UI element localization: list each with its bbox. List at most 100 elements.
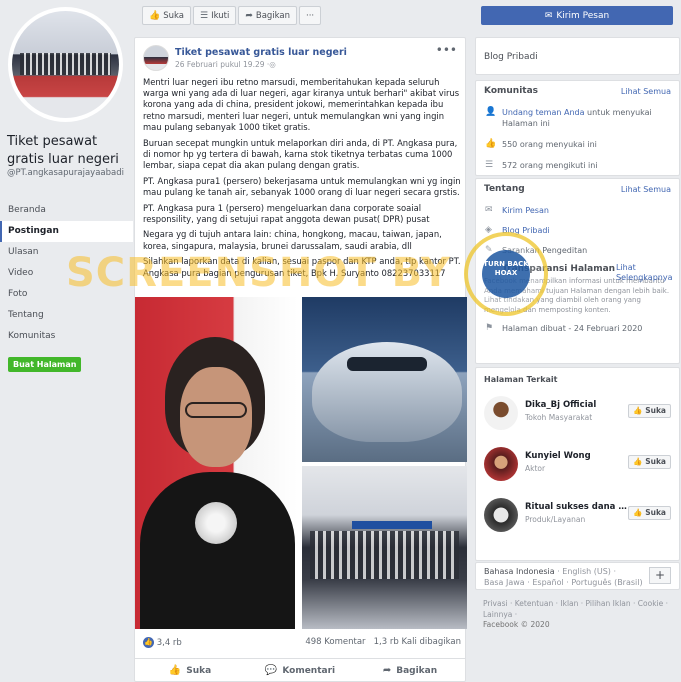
current-language: Bahasa Indonesia — [484, 567, 555, 576]
likes-row: 👍 550 orang menyukai ini — [476, 137, 679, 152]
related-page-name[interactable]: Kunyiel Wong — [525, 451, 630, 461]
share-page-label: Bagikan — [255, 10, 291, 21]
about-message-row: ✉ Kirim Pesan — [476, 203, 679, 218]
messenger-icon: ✉ — [544, 10, 553, 21]
post-author-name[interactable]: Tiket pesawat gratis luar negeri — [175, 47, 347, 58]
turnbackhoax-seal-text: TURN BACK HOAX — [482, 250, 530, 298]
related-page-like-label: Suka — [645, 508, 666, 517]
blog-category-box: Blog Pribadi — [475, 37, 680, 75]
invite-friends-icon: 👤 — [485, 107, 497, 117]
rss-icon: ☰ — [199, 10, 209, 21]
related-page-like-button[interactable]: 👍 Suka — [628, 506, 671, 520]
follow-page-label: Ikuti — [211, 10, 230, 21]
thumbs-up-icon: 👍 — [633, 508, 643, 517]
thumbs-up-icon: 👍 — [149, 10, 161, 21]
related-page-item: Dika_Bj Official Tokoh Masyarakat 👍 Suka — [476, 388, 679, 439]
thumbs-up-icon: 👍 — [633, 406, 643, 415]
related-pages-title: Halaman Terkait — [484, 375, 558, 384]
post-comment-button[interactable]: 💬 Komentari — [245, 659, 355, 682]
related-page-name[interactable]: Ritual sukses dana gois — [525, 502, 630, 512]
nav-item-tentang[interactable]: Tentang — [0, 305, 133, 326]
blog-category-label[interactable]: Blog Pribadi — [476, 38, 679, 76]
follow-icon: ☰ — [485, 160, 494, 170]
add-language-button[interactable]: + — [649, 567, 671, 584]
related-page-item: Kunyiel Wong Aktor 👍 Suka — [476, 439, 679, 490]
screenshot-watermark: SCREENSHOT BY — [66, 250, 451, 296]
reaction-count[interactable]: 3,4 rb — [157, 638, 182, 648]
more-options-button[interactable]: ··· — [299, 6, 322, 25]
about-title: Tentang — [484, 184, 525, 194]
post-card: Tiket pesawat gratis luar negeri 26 Febr… — [134, 37, 467, 682]
transparency-see-more-link[interactable]: Lihat Selengkapnya — [616, 263, 672, 283]
photo-airplane[interactable] — [302, 297, 467, 462]
related-page-category: Aktor — [525, 464, 546, 473]
share-count[interactable]: 1,3 rb Kali dibagikan — [374, 637, 461, 647]
post-share-button[interactable]: ➦ Bagikan — [355, 659, 465, 682]
related-page-like-button[interactable]: 👍 Suka — [628, 404, 671, 418]
related-page-avatar[interactable] — [484, 447, 518, 481]
post-paragraph: Mentri luar negeri ibu retno marsudi, me… — [143, 77, 460, 132]
send-message-button[interactable]: ✉ Kirim Pesan — [481, 6, 673, 25]
language-links-1[interactable]: · English (US) · — [555, 567, 616, 576]
about-message-link[interactable]: Kirim Pesan — [502, 206, 549, 215]
footer-links[interactable]: Privasi · Ketentuan · Iklan · Pilihan Ik… — [483, 599, 678, 620]
language-box: Bahasa Indonesia · English (US) · Basa J… — [475, 562, 680, 590]
related-page-category: Produk/Layanan — [525, 515, 586, 524]
photo-group[interactable] — [302, 466, 467, 629]
likes-count: 550 orang menyukai ini — [502, 140, 597, 149]
related-page-name[interactable]: Dika_Bj Official — [525, 400, 630, 410]
like-reaction-icon: 👍 — [143, 637, 154, 648]
related-page-avatar[interactable] — [484, 396, 518, 430]
follow-page-button[interactable]: ☰ Ikuti — [192, 6, 237, 25]
page-profile-picture[interactable] — [8, 7, 123, 122]
post-stats-right: 498 Komentar 1,3 rb Kali dibagikan — [305, 637, 461, 647]
thumbs-up-icon: 👍 — [168, 665, 182, 676]
page-action-bar: 👍 Suka ☰ Ikuti ➦ Bagikan ··· — [142, 6, 322, 25]
photo-minister-portrait[interactable] — [135, 297, 298, 629]
post-stats: 👍 3,4 rb 498 Komentar 1,3 rb Kali dibagi… — [143, 637, 461, 651]
messenger-icon: ✉ — [485, 205, 493, 215]
thumbs-up-icon: 👍 — [485, 139, 497, 149]
post-more-icon[interactable]: ••• — [436, 43, 457, 57]
footer-copyright: Facebook © 2020 — [483, 620, 550, 629]
related-page-avatar[interactable] — [484, 498, 518, 532]
page-left-column: Tiket pesawat gratis luar negeri @PT.ang… — [0, 0, 133, 682]
language-line-1: Bahasa Indonesia · English (US) · — [484, 566, 671, 577]
post-author-avatar[interactable] — [143, 45, 169, 71]
comment-bubble-icon: 💬 — [264, 665, 278, 676]
nav-item-komunitas[interactable]: Komunitas — [0, 326, 133, 347]
post-action-bar: 👍 Suka 💬 Komentari ➦ Bagikan — [135, 658, 465, 682]
post-timestamp[interactable]: 26 Februari pukul 19.29 ·◎ — [175, 60, 276, 69]
follows-count: 572 orang mengikuti ini — [502, 161, 598, 170]
follows-row: ☰ 572 orang mengikuti ini — [476, 158, 679, 173]
invite-friends-link[interactable]: Undang teman Anda — [502, 108, 585, 117]
share-arrow-icon: ➦ — [245, 10, 253, 21]
related-page-like-label: Suka — [645, 406, 666, 415]
page-title[interactable]: Tiket pesawat gratis luar negeri — [7, 133, 129, 169]
about-see-all-link[interactable]: Lihat Semua — [621, 185, 671, 194]
post-paragraph: Buruan secepat mungkin untuk melaporkan … — [143, 137, 458, 170]
post-like-button[interactable]: 👍 Suka — [135, 659, 245, 682]
related-page-item: Ritual sukses dana gois Produk/Layanan 👍… — [476, 490, 679, 541]
related-page-category: Tokoh Masyarakat — [525, 413, 593, 422]
share-page-button[interactable]: ➦ Bagikan — [238, 6, 298, 25]
community-box: Komunitas Lihat Semua 👤 Undang teman And… — [475, 80, 680, 176]
nav-item-beranda[interactable]: Beranda — [0, 200, 133, 221]
create-page-button[interactable]: Buat Halaman — [8, 357, 82, 372]
language-links-2[interactable]: Basa Jawa · Español · Português (Brasil) — [484, 577, 671, 588]
like-page-button[interactable]: 👍 Suka — [142, 6, 191, 25]
send-message-label: Kirim Pesan — [556, 10, 610, 21]
comment-count[interactable]: 498 Komentar — [305, 637, 365, 647]
profile-group-photo — [12, 11, 119, 118]
post-share-label: Bagikan — [396, 665, 438, 676]
related-page-like-button[interactable]: 👍 Suka — [628, 455, 671, 469]
community-see-all-link[interactable]: Lihat Semua — [621, 87, 671, 96]
page-handle[interactable]: @PT.angkasapurajayaabadi — [7, 168, 129, 179]
related-page-like-label: Suka — [645, 457, 666, 466]
nav-item-postingan[interactable]: Postingan — [0, 221, 133, 242]
flag-icon: ⚑ — [485, 323, 494, 333]
post-paragraph: PT. Angkasa pura 1 (persero) mengeluarka… — [143, 202, 430, 224]
post-photo-grid — [135, 297, 467, 629]
globe-icon: ·◎ — [266, 60, 276, 69]
invite-friends-row: 👤 Undang teman Anda untuk menyukai Halam… — [476, 105, 679, 131]
